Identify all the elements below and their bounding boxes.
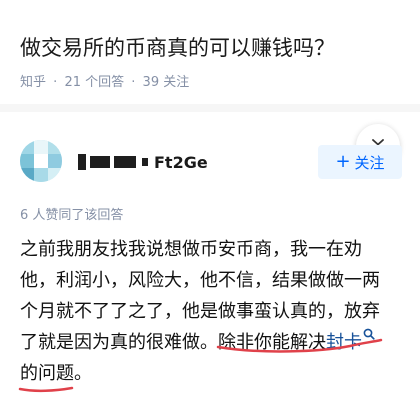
section-divider <box>0 104 420 112</box>
answer-line: 他，利润小，风险大，他不信，结果做做一两 <box>20 270 380 291</box>
question-title[interactable]: 做交易所的币商真的可以赚钱吗？ <box>20 33 410 63</box>
redacted-name-block <box>90 156 110 168</box>
source-label: 知乎 <box>20 75 47 90</box>
redacted-name-block <box>78 154 86 170</box>
search-icon[interactable] <box>363 327 375 341</box>
answer-line: 的问题。 <box>20 363 92 384</box>
answer-line: 了就是因为真的很难做。除非你能解决封卡 <box>20 327 412 358</box>
meta-separator: · <box>53 75 58 90</box>
answer-line: 之前我朋友找我说想做币安币商，我一在劝 <box>20 239 362 260</box>
author-name-text: Ft2Ge <box>154 152 208 172</box>
answer-content: 之前我朋友找我说想做币安币商，我一在劝 他，利润小，风险大，他不信，结果做做一两… <box>20 234 412 389</box>
redacted-name-block <box>142 158 148 166</box>
answer-text: 了就是因为真的很难做。除非你能解决 <box>20 332 326 353</box>
question-meta: 知乎 · 21 个回答 · 39 关注 <box>20 74 189 92</box>
search-keyword-link[interactable]: 封卡 <box>326 332 362 353</box>
followers-count: 39 关注 <box>142 75 190 90</box>
meta-separator: · <box>131 75 136 90</box>
likes-count: 6 人赞同了该回答 <box>20 208 124 223</box>
follow-button[interactable]: + 关注 <box>318 145 402 179</box>
answer-line: 个月就不了了之了，他是做事蛮认真的，放弃 <box>20 301 380 322</box>
author-avatar[interactable] <box>20 140 62 182</box>
redacted-name-block <box>114 156 136 168</box>
answers-count[interactable]: 21 个回答 <box>64 74 124 92</box>
author-name[interactable]: Ft2Ge <box>78 150 208 174</box>
follow-label: 关注 <box>354 153 385 172</box>
plus-icon: + <box>335 151 351 172</box>
